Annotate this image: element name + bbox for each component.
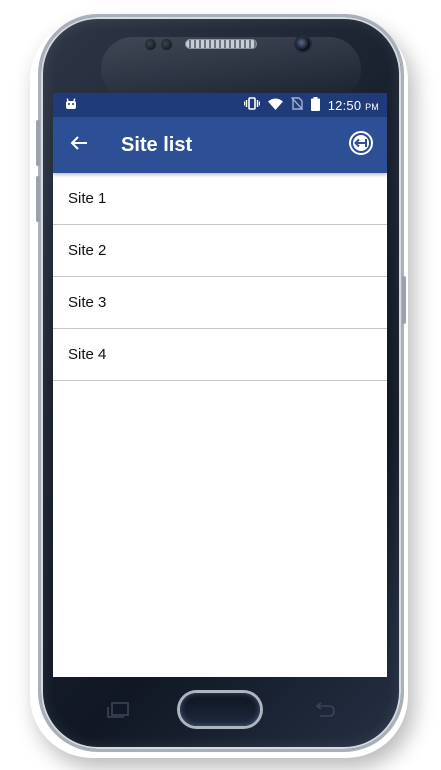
vibrate-icon xyxy=(243,97,260,113)
front-camera xyxy=(296,37,310,51)
status-ampm: PM xyxy=(365,101,379,112)
page-title: Site list xyxy=(121,133,193,156)
volume-button xyxy=(36,120,40,166)
arrow-left-icon xyxy=(70,135,88,156)
site-list-item[interactable]: Site 1 xyxy=(53,173,387,225)
site-label: Site 4 xyxy=(68,346,107,363)
android-icon xyxy=(65,97,77,113)
mockup-stage: 12:50 PM Site list Site 1 Site 2 Site 3 … xyxy=(0,0,441,770)
light-sensor xyxy=(161,39,172,50)
site-list-item[interactable]: Site 3 xyxy=(53,277,387,329)
back-nav-icon[interactable] xyxy=(312,702,336,723)
status-time: 12:50 xyxy=(327,97,362,113)
status-bar: 12:50 PM xyxy=(53,93,387,117)
site-list-item[interactable]: Site 2 xyxy=(53,225,387,277)
volume-button-lower xyxy=(36,176,40,222)
logout-button[interactable] xyxy=(335,117,387,173)
home-button[interactable] xyxy=(180,693,260,726)
recent-apps-icon[interactable] xyxy=(106,702,130,723)
phone-screen: 12:50 PM Site list Site 1 Site 2 Site 3 … xyxy=(53,93,387,677)
site-list-item[interactable]: Site 4 xyxy=(53,329,387,381)
earpiece-speaker xyxy=(186,40,256,48)
proximity-sensor xyxy=(145,39,156,50)
wifi-icon xyxy=(267,98,283,113)
power-button xyxy=(402,276,406,324)
app-bar: Site list xyxy=(53,117,387,173)
battery-icon xyxy=(310,96,320,114)
status-clock: 12:50 PM xyxy=(328,98,379,113)
site-label: Site 1 xyxy=(68,190,107,207)
logout-circle-icon xyxy=(348,130,374,161)
site-label: Site 3 xyxy=(68,294,107,311)
back-button[interactable] xyxy=(53,117,105,173)
site-list: Site 1 Site 2 Site 3 Site 4 xyxy=(53,173,387,381)
site-label: Site 2 xyxy=(68,242,107,259)
no-sim-icon xyxy=(290,97,303,113)
